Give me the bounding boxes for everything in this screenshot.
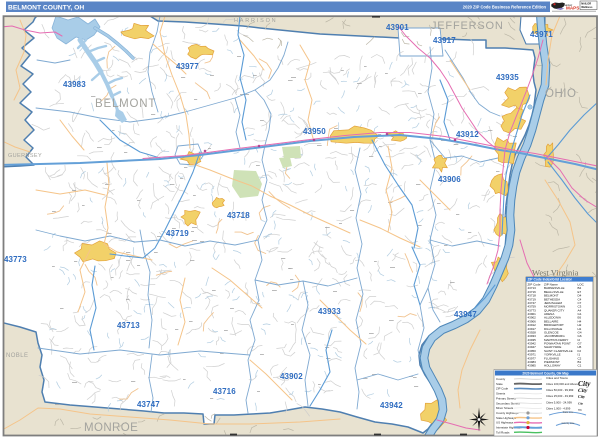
svg-text:State: State [496, 382, 503, 386]
svg-text:43977: 43977 [176, 62, 199, 71]
svg-text:County: County [496, 377, 506, 381]
svg-text:43950: 43950 [303, 127, 326, 136]
svg-text:Streets: Streets [496, 392, 506, 396]
svg-text:Primary Streets: Primary Streets [496, 396, 516, 400]
svg-text:BELMONT: BELMONT [95, 98, 156, 110]
svg-text:JEFFERSON: JEFFERSON [431, 20, 504, 32]
svg-text:43917: 43917 [433, 36, 456, 45]
svg-text:BELMONT COUNTY, OH: BELMONT COUNTY, OH [8, 5, 84, 12]
svg-text:US Highways: US Highways [496, 421, 514, 425]
svg-text:43935: 43935 [496, 73, 519, 82]
svg-text:43912: 43912 [456, 130, 479, 139]
svg-text:Cities 100,000 and Above: Cities 100,000 and Above [546, 382, 578, 386]
svg-text:Cities 1,000 - 4,999: Cities 1,000 - 4,999 [546, 406, 571, 410]
svg-text:43747: 43747 [137, 400, 160, 409]
svg-text:43933: 43933 [318, 307, 341, 316]
svg-text:MONROE: MONROE [84, 422, 138, 434]
svg-text:MAPS: MAPS [566, 6, 579, 11]
svg-text:Minor Streets: Minor Streets [496, 406, 514, 410]
svg-text:NOBLE: NOBLE [6, 353, 28, 359]
svg-text:City: City [578, 394, 585, 399]
svg-text:43985: 43985 [528, 364, 537, 368]
svg-text:43719: 43719 [166, 229, 189, 238]
svg-text:43942: 43942 [380, 401, 403, 410]
svg-text:43901: 43901 [386, 23, 409, 32]
svg-text:43902: 43902 [280, 372, 303, 381]
svg-text:Toll Roads: Toll Roads [496, 430, 510, 434]
svg-text:GUERNSEY: GUERNSEY [8, 153, 42, 159]
svg-text:State Line: State Line [563, 411, 574, 414]
svg-text:County Line: County Line [562, 422, 575, 425]
svg-text:43983: 43983 [63, 80, 86, 89]
svg-text:Cities 50,000 - 99,999: Cities 50,000 - 99,999 [546, 388, 574, 392]
svg-text:City: City [578, 401, 584, 405]
svg-text:43947: 43947 [454, 310, 477, 319]
svg-text:43713: 43713 [117, 321, 140, 330]
svg-text:HARRISON: HARRISON [234, 18, 277, 24]
svg-text:ZIP Code: ZIP Code [496, 387, 509, 391]
svg-text:ZIP Code Index/Grid Locator: ZIP Code Index/Grid Locator [528, 278, 573, 282]
svg-text:43716: 43716 [213, 387, 236, 396]
svg-text:West Virginia: West Virginia [532, 268, 579, 278]
svg-text:City: City [578, 379, 591, 388]
svg-text:State Highways: State Highways [496, 416, 517, 420]
svg-text:Cities 25,000 - 49,999: Cities 25,000 - 49,999 [546, 394, 574, 398]
svg-text:43906: 43906 [438, 175, 461, 184]
svg-text:OHIO: OHIO [545, 88, 576, 100]
svg-text:43718: 43718 [227, 211, 250, 220]
svg-text:2020 ZIP Code Business Referen: 2020 ZIP Code Business Reference Edition [463, 4, 547, 9]
svg-text:C1: C1 [578, 364, 582, 368]
svg-text:43773: 43773 [4, 255, 27, 264]
svg-text:City: City [578, 388, 588, 394]
svg-text:NAILOR: NAILOR [581, 1, 591, 5]
svg-text:HOLLOWAY: HOLLOWAY [544, 364, 561, 368]
svg-text:Cities and Towns: Cities and Towns [546, 376, 568, 380]
svg-text:Wellness: Wellness [581, 5, 593, 9]
svg-text:2020 Belmont County, OH Map: 2020 Belmont County, OH Map [522, 371, 568, 375]
svg-text:Cities 5,000 - 24,999: Cities 5,000 - 24,999 [546, 400, 572, 404]
svg-text:43971: 43971 [530, 30, 553, 39]
